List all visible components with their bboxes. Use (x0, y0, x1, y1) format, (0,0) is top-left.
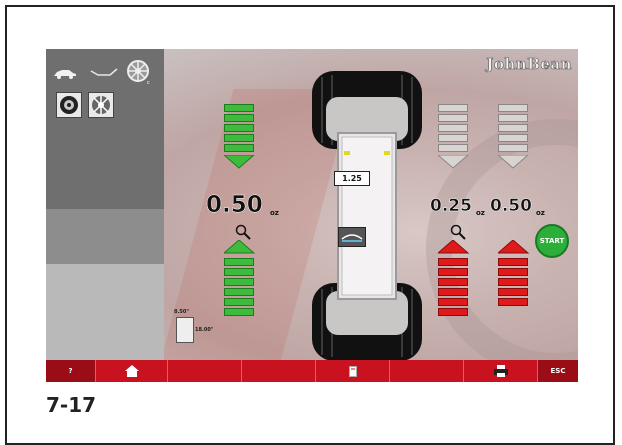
bar-segment (438, 278, 468, 286)
sidebar-mid-panel (46, 209, 164, 264)
right-outer-value: 0.50 (490, 196, 532, 217)
bar-segment (498, 144, 528, 152)
bar-segment (438, 124, 468, 132)
left-plane-value: 0.50 (206, 192, 263, 219)
sidebar: c 8.50" 18.00" (46, 49, 213, 360)
alloy-mode-button[interactable] (88, 92, 114, 118)
bar-segment (224, 104, 254, 112)
right-inner-upper-bar (436, 104, 470, 173)
right-outer-unit: oz (536, 209, 545, 217)
alloy-mode-icon (92, 96, 110, 114)
bar-segment (224, 298, 254, 306)
bar-segment (438, 308, 468, 316)
static-mode-button[interactable] (56, 92, 82, 118)
esc-label: ESC (550, 367, 566, 375)
bar-segment (498, 104, 528, 112)
bar-segment (438, 268, 468, 276)
function-slot-1[interactable] (168, 360, 242, 382)
up-arrow-icon (436, 239, 470, 254)
wheel-cross-section (312, 71, 422, 361)
right-outer-lower-bar (496, 239, 530, 308)
spindle-icon (341, 234, 363, 242)
function-bar: ? ESC (46, 360, 578, 382)
help-button[interactable]: ? (46, 360, 96, 382)
rim-section-icon (176, 317, 194, 343)
bar-segment (438, 288, 468, 296)
function-slot-3[interactable] (390, 360, 464, 382)
bar-segment (438, 258, 468, 266)
printer-icon (493, 365, 508, 377)
bar-segment (224, 258, 254, 266)
bar-segment (498, 298, 528, 306)
esc-button[interactable]: ESC (538, 360, 578, 382)
right-inner-value: 0.25 (430, 196, 472, 217)
svg-text:c: c (147, 80, 150, 85)
bar-segment (224, 144, 254, 152)
rim-profile-icon[interactable] (90, 67, 118, 79)
diameter-dimension: 18.00" (195, 327, 214, 333)
left-lower-bar (222, 239, 256, 318)
bar-segment (438, 298, 468, 306)
up-arrow-icon (496, 239, 530, 254)
bar-segment (498, 258, 528, 266)
balancer-screen: c 8.50" 18.00" JohnBean 1.25 0.50 oz 0.2… (46, 49, 578, 382)
figure-caption: 7-17 (46, 393, 97, 417)
bar-segment (224, 308, 254, 316)
alloy-wheel-icon[interactable]: c (126, 59, 152, 85)
bar-segment (224, 114, 254, 122)
function-slot-2[interactable] (242, 360, 316, 382)
bar-segment (438, 104, 468, 112)
weight-bin-icon (348, 365, 357, 377)
bar-segment (498, 114, 528, 122)
wheel-dimensions: 8.50" 18.00" (174, 309, 214, 355)
bar-segment (224, 134, 254, 142)
runout-display: 1.25 (334, 171, 370, 186)
width-dimension: 8.50" (174, 309, 189, 315)
zoom-icon[interactable] (450, 224, 466, 240)
bar-segment (498, 278, 528, 286)
bar-segment (498, 288, 528, 296)
sidebar-bottom-panel (46, 264, 164, 360)
left-plane-unit: oz (270, 209, 279, 217)
weight-bin-button[interactable] (316, 360, 390, 382)
brand-logo: JohnBean (486, 55, 572, 74)
home-icon (124, 365, 139, 377)
static-weight-icon (60, 96, 78, 114)
bar-segment (438, 134, 468, 142)
bar-segment (224, 278, 254, 286)
help-label: ? (68, 367, 73, 375)
zoom-icon[interactable] (235, 224, 251, 240)
bar-segment (498, 134, 528, 142)
home-button[interactable] (96, 360, 168, 382)
bar-segment (224, 288, 254, 296)
start-button[interactable]: START (535, 224, 569, 258)
print-button[interactable] (464, 360, 538, 382)
up-arrow-icon (222, 239, 256, 254)
bar-segment (438, 114, 468, 122)
spindle-button[interactable] (338, 227, 366, 247)
bar-segment (498, 268, 528, 276)
bar-segment (498, 124, 528, 132)
bar-segment (224, 124, 254, 132)
right-outer-upper-bar (496, 104, 530, 173)
right-inner-lower-bar (436, 239, 470, 318)
car-icon[interactable] (52, 67, 78, 79)
down-arrow-icon (222, 154, 256, 169)
left-upper-bar (222, 104, 256, 173)
down-arrow-icon (496, 154, 530, 169)
right-inner-unit: oz (476, 209, 485, 217)
down-arrow-icon (436, 154, 470, 169)
bar-segment (438, 144, 468, 152)
bar-segment (224, 268, 254, 276)
